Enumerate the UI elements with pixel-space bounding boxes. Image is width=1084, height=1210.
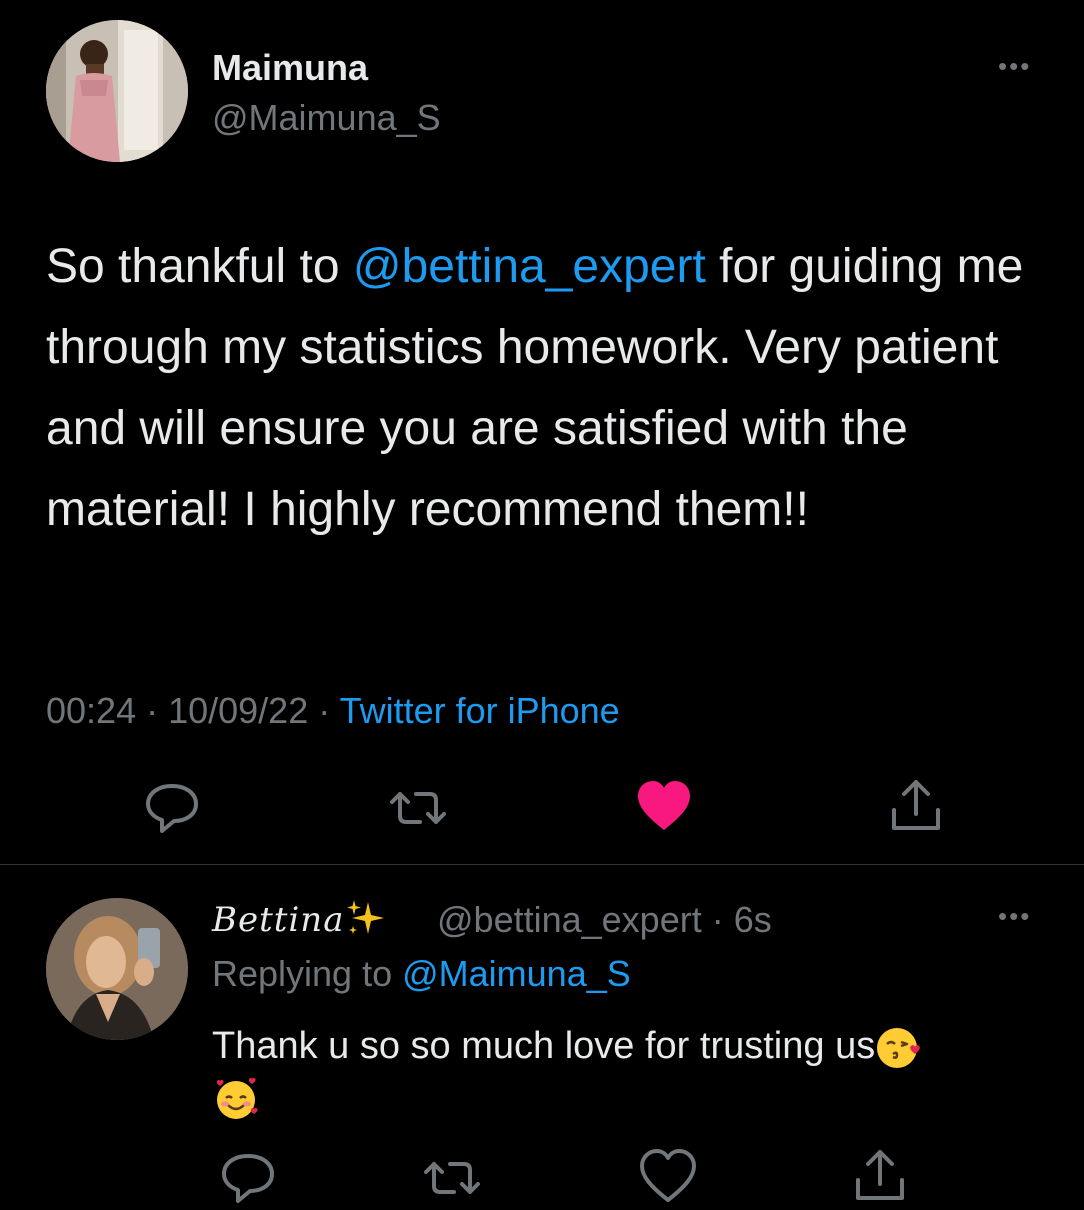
share-icon[interactable] bbox=[884, 776, 948, 840]
like-icon[interactable] bbox=[632, 774, 696, 838]
reply-icon[interactable] bbox=[216, 1146, 280, 1210]
reply-text: Thank u so so much love for trusting us bbox=[212, 1022, 1012, 1122]
tweet-text-before: So thankful to bbox=[46, 240, 353, 293]
more-options-icon[interactable]: ••• bbox=[998, 53, 1031, 79]
tweet-date[interactable]: 10/09/22 bbox=[168, 690, 308, 731]
reply-author-handle[interactable]: @bettina_expert bbox=[437, 899, 702, 940]
reply-author-name-text: Bettina bbox=[212, 900, 345, 940]
replying-to: Replying to @Maimuna_S bbox=[212, 952, 631, 996]
like-icon[interactable] bbox=[636, 1144, 700, 1208]
reply-author-name[interactable]: Bettina bbox=[212, 898, 386, 942]
replying-prefix: Replying to bbox=[212, 953, 403, 994]
replying-mention-link[interactable]: @Maimuna_S bbox=[402, 953, 631, 994]
tweet-metadata: 00:24 · 10/09/22 · Twitter for iPhone bbox=[46, 688, 620, 734]
divider bbox=[0, 864, 1084, 865]
mention-link[interactable]: @bettina_expert bbox=[353, 240, 706, 293]
tweet-source-link[interactable]: Twitter for iPhone bbox=[340, 690, 620, 731]
meta-separator: · bbox=[136, 690, 169, 731]
face-blowing-kiss-emoji bbox=[875, 1024, 923, 1072]
reply-icon[interactable] bbox=[140, 776, 204, 840]
reply-author-avatar[interactable] bbox=[46, 898, 188, 1040]
retweet-icon[interactable] bbox=[420, 1146, 484, 1210]
retweet-icon[interactable] bbox=[386, 776, 450, 840]
smiling-face-with-hearts-emoji bbox=[212, 1074, 260, 1122]
more-options-icon[interactable]: ••• bbox=[998, 903, 1031, 929]
tweet-time[interactable]: 00:24 bbox=[46, 690, 136, 731]
share-icon[interactable] bbox=[848, 1146, 912, 1210]
reply-age[interactable]: · 6s bbox=[712, 899, 772, 940]
author-avatar[interactable] bbox=[46, 20, 188, 162]
meta-separator: · bbox=[308, 690, 340, 731]
author-handle[interactable]: @Maimuna_S bbox=[212, 96, 441, 140]
avatar-photo bbox=[46, 898, 188, 1040]
sparkles-emoji bbox=[344, 898, 386, 940]
author-name[interactable]: Maimuna bbox=[212, 46, 368, 90]
reply-handle-row: @bettina_expert · 6s bbox=[437, 898, 772, 942]
tweet-text: So thankful to @bettina_expert for guidi… bbox=[46, 226, 1056, 550]
reply-text-content: Thank u so so much love for trusting us bbox=[212, 1025, 876, 1067]
avatar-photo bbox=[46, 20, 188, 162]
